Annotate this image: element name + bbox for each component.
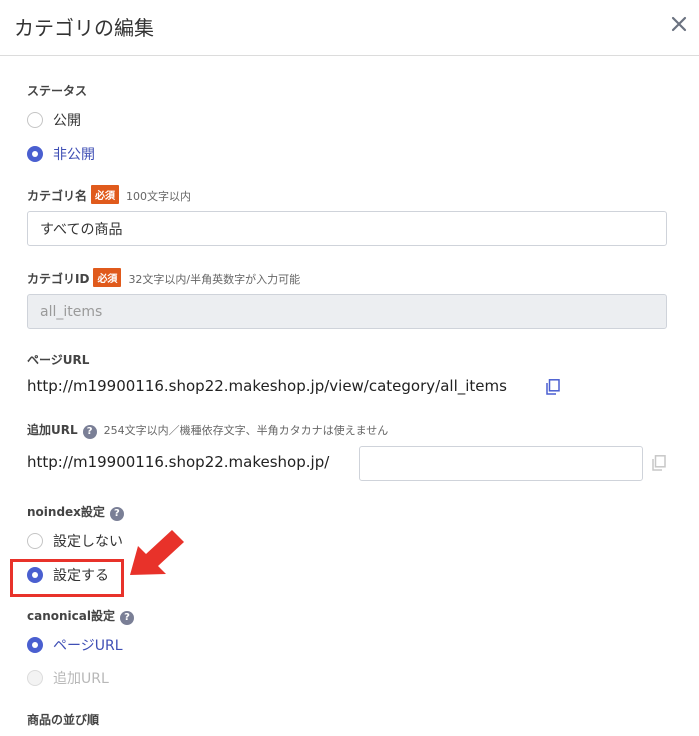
noindex-label-text: noindex設定 (27, 505, 105, 519)
canonical-label-text: canonical設定 (27, 609, 115, 623)
help-icon[interactable]: ? (82, 425, 97, 439)
category-name-label: カテゴリ名 必須 100文字以内 (27, 185, 191, 204)
additional-url-label-text: 追加URL (27, 423, 78, 437)
red-arrow-icon (130, 530, 184, 575)
highlight-box (10, 559, 124, 597)
radio-checked-icon[interactable] (27, 637, 43, 653)
close-icon[interactable] (667, 12, 691, 36)
status-public-option[interactable]: 公開 (27, 109, 81, 131)
help-icon[interactable]: ? (109, 507, 124, 521)
canonical-label: canonical設定? (27, 607, 134, 625)
status-private-option[interactable]: 非公開 (27, 143, 95, 165)
status-label: ステータス (27, 84, 88, 98)
required-badge: 必須 (93, 268, 122, 287)
copy-icon[interactable] (546, 379, 560, 395)
required-badge: 必須 (91, 185, 120, 204)
category-id-input (27, 294, 667, 329)
additional-url-prefix: http://m19900116.shop22.makeshop.jp/ (27, 453, 330, 471)
radio-unchecked-icon[interactable] (27, 533, 43, 549)
dialog-title: カテゴリの編集 (14, 16, 154, 40)
additional-url-input[interactable] (359, 446, 643, 481)
radio-unchecked-icon[interactable] (27, 112, 43, 128)
noindex-off-label: 設定しない (53, 534, 123, 550)
page-url-text: http://m19900116.shop22.makeshop.jp/view… (27, 377, 507, 395)
additional-url-hint: 254文字以内／機種依存文字、半角カタカナは使えません (103, 424, 389, 437)
category-id-label: カテゴリID 必須 32文字以内/半角英数字が入力可能 (27, 268, 300, 287)
page-url-label: ページURL (27, 353, 90, 367)
category-name-input[interactable] (27, 211, 667, 246)
canonical-additional-url-label: 追加URL (53, 671, 109, 687)
help-icon[interactable]: ? (119, 611, 134, 625)
radio-checked-icon[interactable] (27, 146, 43, 162)
category-id-label-text: カテゴリID (27, 272, 90, 286)
canonical-page-url-option[interactable]: ページURL (27, 634, 123, 656)
additional-url-label: 追加URL? 254文字以内／機種依存文字、半角カタカナは使えません (27, 421, 388, 439)
copy-disabled-icon (652, 455, 666, 471)
category-name-hint: 100文字以内 (126, 190, 192, 203)
dialog-header: カテゴリの編集 (0, 0, 699, 56)
category-name-label-text: カテゴリ名 (27, 189, 88, 203)
noindex-off-option[interactable]: 設定しない (27, 530, 123, 552)
category-id-hint: 32文字以内/半角英数字が入力可能 (128, 273, 301, 286)
sort-order-label: 商品の並び順 (27, 713, 100, 727)
radio-disabled-icon (27, 670, 43, 686)
status-private-label: 非公開 (53, 147, 95, 163)
canonical-page-url-label: ページURL (53, 638, 123, 654)
noindex-label: noindex設定? (27, 503, 124, 521)
canonical-additional-url-option: 追加URL (27, 667, 109, 689)
status-public-label: 公開 (53, 113, 81, 129)
